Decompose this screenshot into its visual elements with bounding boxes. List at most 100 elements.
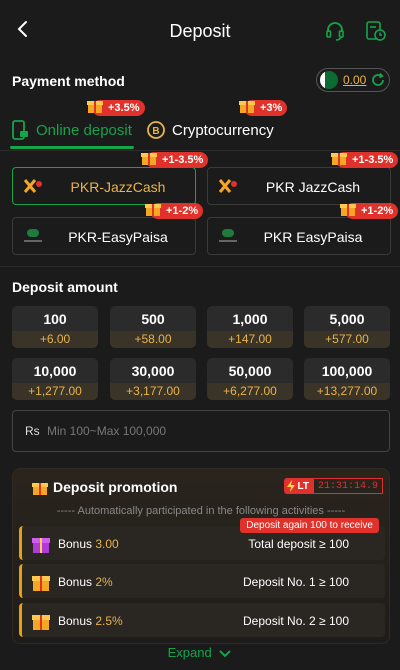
customer-service-icon[interactable] — [324, 20, 346, 42]
record-history-icon[interactable] — [364, 20, 386, 42]
promotion-condition: Deposit No. 1 ≥ 100 — [243, 575, 349, 589]
deposit-amount-title: Deposit amount — [12, 279, 118, 295]
gift-icon — [331, 153, 347, 165]
svg-text:B: B — [152, 126, 159, 137]
countdown-clock: 21:31:14.9 — [312, 478, 383, 494]
chevron-down-icon — [219, 649, 232, 657]
lightning-icon — [286, 480, 295, 492]
deposit-promotion-card: Deposit promotion LT 21:31:14.9 ----- Au… — [12, 468, 390, 644]
method-bonus-value: +1-2% — [166, 205, 199, 217]
promotion-condition: Deposit No. 2 ≥ 100 — [243, 614, 349, 628]
promotion-title: Deposit promotion — [53, 479, 178, 495]
method-label: PKR-EasyPaisa — [68, 229, 168, 245]
amount-value: 1,000 — [207, 306, 293, 331]
gift-icon — [239, 101, 255, 113]
method-bonus-badge: +1-2% — [340, 203, 399, 219]
promotion-timer: LT 21:31:14.9 — [283, 478, 383, 494]
method-label: PKR JazzCash — [265, 179, 361, 195]
amount-bonus: +6,277.00 — [207, 383, 293, 400]
limited-time-label: LT — [297, 480, 309, 492]
method-bonus-badge: +1-3.5% — [331, 152, 399, 168]
expand-label: Expand — [167, 645, 212, 660]
gift-icon — [87, 101, 103, 113]
amount-option[interactable]: 500 +58.00 — [110, 306, 196, 348]
method-pkr-jazzcash-1[interactable]: PKR-JazzCash — [12, 167, 196, 205]
amount-value: 100,000 — [304, 358, 390, 383]
active-tab-indicator — [10, 146, 134, 149]
balance-value: 0.00 — [343, 73, 367, 87]
amount-option[interactable]: 1,000 +147.00 — [207, 306, 293, 348]
pakistan-flag-icon — [320, 71, 338, 89]
amount-option[interactable]: 30,000 +3,177.00 — [110, 358, 196, 400]
promotion-row: Bonus 2.5% Deposit No. 2 ≥ 100 — [19, 603, 385, 637]
divider — [0, 266, 400, 267]
amount-bonus: +1,277.00 — [12, 383, 98, 400]
amount-option[interactable]: 100,000 +13,277.00 — [304, 358, 390, 400]
balance-widget[interactable]: 0.00 — [316, 68, 390, 92]
tab-bonus-value: +3% — [260, 102, 283, 114]
currency-label: Rs — [25, 424, 40, 438]
refresh-icon[interactable] — [370, 72, 386, 88]
amount-option[interactable]: 100 +6.00 — [12, 306, 98, 348]
bonus-label: Bonus — [58, 575, 93, 589]
amount-option[interactable]: 10,000 +1,277.00 — [12, 358, 98, 400]
bonus-label: Bonus — [58, 537, 93, 551]
gift-icon — [32, 483, 48, 495]
gift-icon — [32, 576, 50, 591]
method-bonus-value: +1-3.5% — [162, 154, 204, 166]
method-pkr-easypaisa-1[interactable]: PKR-EasyPaisa — [12, 217, 196, 255]
promotion-condition: Total deposit ≥ 100 — [248, 537, 349, 551]
method-label: PKR-JazzCash — [70, 179, 166, 195]
tab-online-deposit-label: Online deposit — [36, 121, 132, 139]
gift-icon — [145, 204, 161, 216]
gift-icon — [32, 615, 50, 630]
amount-value: 10,000 — [12, 358, 98, 383]
promotion-tip: Deposit again 100 to receive — [240, 518, 379, 533]
amount-value: 50,000 — [207, 358, 293, 383]
method-pkr-jazzcash-2[interactable]: PKR JazzCash — [207, 167, 391, 205]
gift-icon — [141, 153, 157, 165]
method-bonus-value: +1-2% — [361, 205, 394, 217]
amount-bonus: +147.00 — [207, 331, 293, 348]
amount-bonus: +13,277.00 — [304, 383, 390, 400]
payment-tabs: Online deposit B Cryptocurrency — [10, 110, 390, 150]
promotion-row-label: Bonus 2% — [58, 575, 113, 589]
limited-time-tag: LT — [283, 478, 313, 494]
amount-bonus: +58.00 — [110, 331, 196, 348]
amount-input[interactable] — [47, 421, 377, 441]
bonus-value: 2% — [95, 575, 113, 589]
tab-bonus-badge: +3.5% — [87, 100, 145, 116]
expand-button[interactable]: Expand — [0, 645, 400, 660]
amount-bonus: +577.00 — [304, 331, 390, 348]
amount-value: 500 — [110, 306, 196, 331]
method-bonus-badge: +1-3.5% — [141, 152, 209, 168]
method-bonus-value: +1-3.5% — [352, 154, 394, 166]
amount-option[interactable]: 5,000 +577.00 — [304, 306, 390, 348]
tab-online-deposit[interactable]: Online deposit — [10, 110, 132, 150]
amount-value: 100 — [12, 306, 98, 331]
amount-bonus: +6.00 — [12, 331, 98, 348]
bonus-label: Bonus — [58, 614, 93, 628]
crypto-coin-icon: B — [147, 121, 165, 139]
tab-bonus-value: +3.5% — [108, 102, 140, 114]
bonus-value: 3.00 — [95, 537, 119, 551]
amount-value: 30,000 — [110, 358, 196, 383]
gift-purple-icon — [32, 538, 50, 553]
bonus-value: 2.5% — [95, 614, 123, 628]
amount-option[interactable]: 50,000 +6,277.00 — [207, 358, 293, 400]
promotion-row: Bonus 2% Deposit No. 1 ≥ 100 — [19, 564, 385, 598]
payment-method-title: Payment method — [12, 73, 125, 89]
promotion-row: Bonus 3.00 Total deposit ≥ 100 Deposit a… — [19, 518, 385, 560]
promotion-row-label: Bonus 3.00 — [58, 537, 119, 551]
gift-icon — [340, 204, 356, 216]
amount-bonus: +3,177.00 — [110, 383, 196, 400]
method-pkr-easypaisa-2[interactable]: PKR EasyPaisa — [207, 217, 391, 255]
method-label: PKR EasyPaisa — [263, 229, 363, 245]
promotion-subtitle: ----- Automatically participated in the … — [56, 505, 346, 517]
method-bonus-badge: +1-2% — [145, 203, 204, 219]
tab-cryptocurrency[interactable]: B Cryptocurrency — [146, 110, 274, 150]
header: Deposit — [0, 0, 400, 62]
tab-bonus-badge: +3% — [239, 100, 288, 116]
tab-cryptocurrency-label: Cryptocurrency — [172, 121, 274, 139]
phone-icon — [12, 120, 28, 140]
